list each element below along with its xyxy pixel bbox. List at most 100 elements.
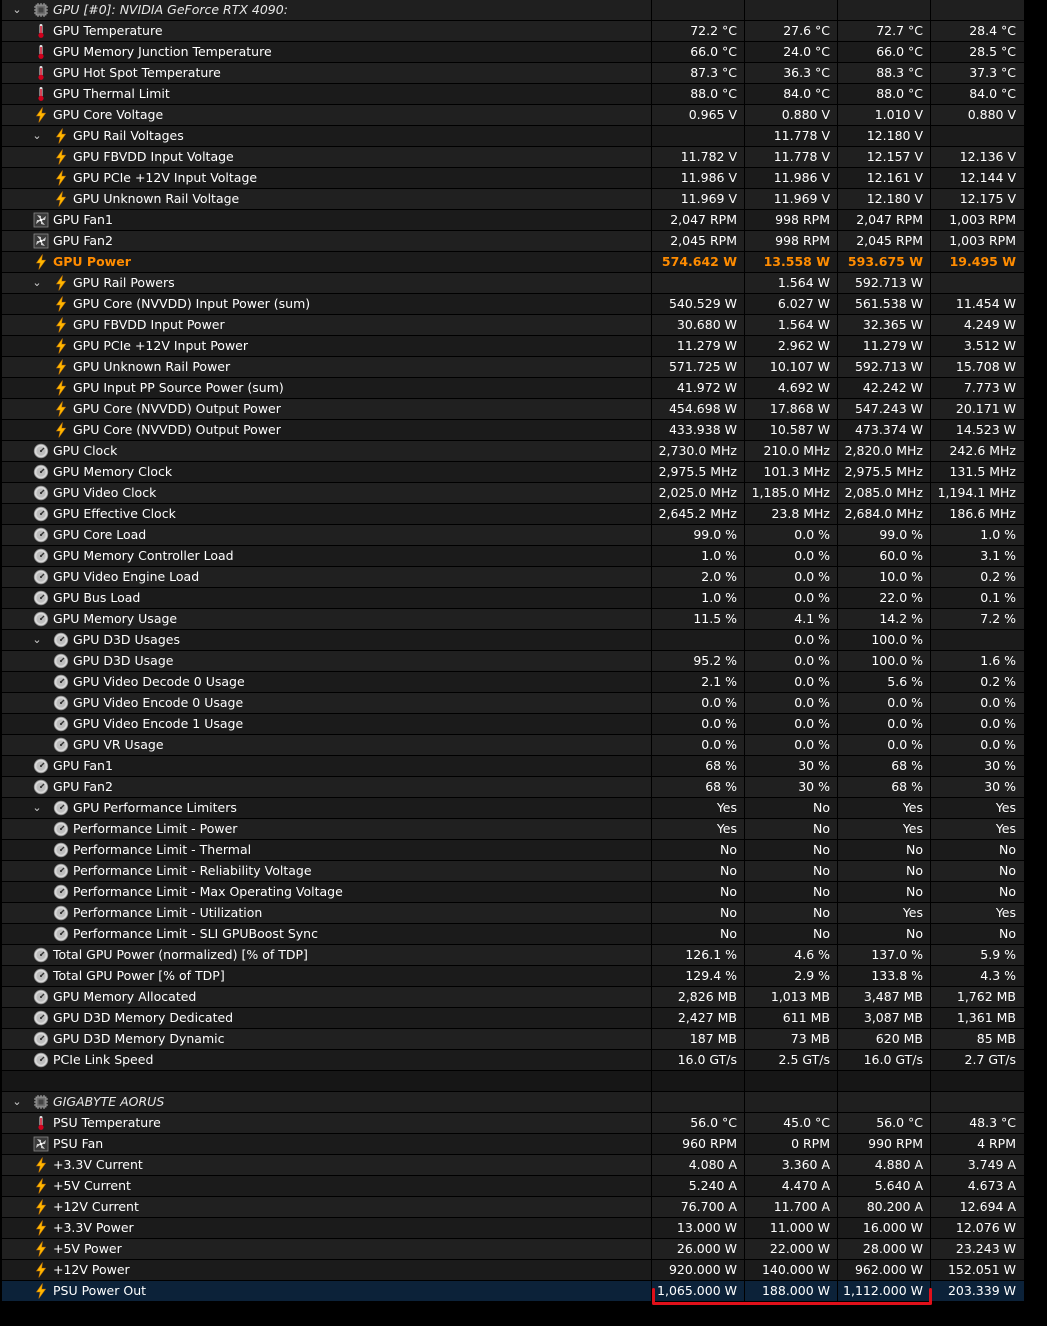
sensor-row[interactable]: GPU Power 574.642 W 13.558 W 593.675 W 19.49…: [0, 252, 1047, 273]
sensor-row[interactable]: GPU FBVDD Input Voltage 11.782 V 11.778 V 1…: [0, 147, 1047, 168]
sensor-row[interactable]: PCIe Link Speed 16.0 GT/s 2.5 GT/s 16.0 GT/…: [0, 1050, 1047, 1071]
sensor-row[interactable]: ⌄ GPU D3D Usages 0.0 % 100.0 %: [0, 630, 1047, 651]
sensor-row[interactable]: GPU Unknown Rail Voltage 11.969 V 11.969 V…: [0, 189, 1047, 210]
sensor-row[interactable]: GPU Video Encode 1 Usage 0.0 % 0.0 % 0.0 % 0…: [0, 714, 1047, 735]
sensor-row[interactable]: GPU Video Clock 2,025.0 MHz 1,185.0 MHz 2,0…: [0, 483, 1047, 504]
sensor-row[interactable]: PSU Power Out 1,065.000 W 188.000 W 1,112.0…: [0, 1281, 1047, 1302]
sensor-group-row[interactable]: ⌄ GIGABYTE AORUS: [0, 1092, 1047, 1113]
column-separator: [837, 105, 838, 126]
sensor-row[interactable]: Performance Limit - Max Operating Voltag…: [0, 882, 1047, 903]
column-separator: [930, 1239, 931, 1260]
column-separator: [744, 1260, 745, 1281]
maximum-value: Yes: [902, 800, 923, 815]
sensor-label: GPU Memory Usage: [53, 611, 178, 626]
sensor-row[interactable]: GPU FBVDD Input Power 30.680 W 1.564 W 32.3…: [0, 315, 1047, 336]
maximum-value: No: [906, 842, 923, 857]
sensor-row[interactable]: GPU Clock 2,730.0 MHz 210.0 MHz 2,820.0 MHz…: [0, 441, 1047, 462]
column-separator: [930, 756, 931, 777]
current-value: 2.0 %: [701, 569, 737, 584]
sensor-label: GPU Fan1: [53, 212, 113, 227]
sensor-row[interactable]: GPU PCIe +12V Input Voltage 11.986 V 11.98…: [0, 168, 1047, 189]
average-value: 3.1 %: [980, 548, 1016, 563]
sensor-row[interactable]: GPU D3D Memory Dedicated 2,427 MB 611 MB 3,…: [0, 1008, 1047, 1029]
expand-chevron-icon[interactable]: ⌄: [30, 273, 44, 293]
gauge-icon: [33, 548, 49, 564]
sensor-row[interactable]: +12V Power 920.000 W 140.000 W 962.000 W 152…: [0, 1260, 1047, 1281]
sensor-row[interactable]: GPU Fan1 2,047 RPM 998 RPM 2,047 RPM 1,003 R…: [0, 210, 1047, 231]
average-value: 12.144 V: [959, 170, 1016, 185]
sensor-row[interactable]: GPU Video Encode 0 Usage 0.0 % 0.0 % 0.0 % 0…: [0, 693, 1047, 714]
expand-chevron-icon[interactable]: ⌄: [30, 126, 44, 146]
sensor-row[interactable]: GPU PCIe +12V Input Power 11.279 W 2.962 W…: [0, 336, 1047, 357]
column-separator: [837, 21, 838, 42]
bolt-icon: [53, 380, 69, 396]
column-separator: [651, 105, 652, 126]
sensor-row[interactable]: GPU Video Decode 0 Usage 2.1 % 0.0 % 5.6 % 0…: [0, 672, 1047, 693]
average-value: 85 MB: [976, 1031, 1016, 1046]
column-separator: [744, 336, 745, 357]
column-separator: [837, 735, 838, 756]
sensor-group-row[interactable]: ⌄ GPU [#0]: NVIDIA GeForce RTX 4090:: [0, 0, 1047, 21]
expand-chevron-icon[interactable]: ⌄: [10, 1092, 24, 1112]
sensor-row[interactable]: GPU Core (NVVDD) Output Power 433.938 W 10…: [0, 420, 1047, 441]
sensor-row[interactable]: PSU Temperature 56.0 °C 45.0 °C 56.0 °C 48.3…: [0, 1113, 1047, 1134]
sensor-row[interactable]: Total GPU Power (normalized) [% of TDP] 1…: [0, 945, 1047, 966]
sensor-row[interactable]: GPU Temperature 72.2 °C 27.6 °C 72.7 °C 28.4…: [0, 21, 1047, 42]
spacer-row[interactable]: [0, 1071, 1047, 1092]
minimum-value: 10.107 W: [769, 359, 830, 374]
sensor-row[interactable]: ⌄ GPU Rail Voltages 11.778 V 12.180 V: [0, 126, 1047, 147]
sensor-row[interactable]: +5V Power 26.000 W 22.000 W 28.000 W 23.243 …: [0, 1239, 1047, 1260]
minimum-value: 24.0 °C: [783, 44, 830, 59]
sensor-row[interactable]: +3.3V Current 4.080 A 3.360 A 4.880 A 3.749 …: [0, 1155, 1047, 1176]
column-separator: [651, 504, 652, 525]
sensor-row[interactable]: GPU Fan2 68 % 30 % 68 % 30 %: [0, 777, 1047, 798]
sensor-row[interactable]: GPU Video Engine Load 2.0 % 0.0 % 10.0 % 0.2…: [0, 567, 1047, 588]
sensor-row[interactable]: GPU Fan1 68 % 30 % 68 % 30 %: [0, 756, 1047, 777]
sensor-row[interactable]: Performance Limit - Thermal No No No No: [0, 840, 1047, 861]
column-separator: [837, 189, 838, 210]
sensor-row[interactable]: GPU D3D Memory Dynamic 187 MB 73 MB 620 MB 8…: [0, 1029, 1047, 1050]
sensor-row[interactable]: GPU Memory Usage 11.5 % 4.1 % 14.2 % 7.2 %: [0, 609, 1047, 630]
thermometer-icon: [33, 23, 49, 39]
sensor-row[interactable]: GPU D3D Usage 95.2 % 0.0 % 100.0 % 1.6 %: [0, 651, 1047, 672]
sensor-row[interactable]: Performance Limit - Power Yes No Yes Yes: [0, 819, 1047, 840]
sensor-row[interactable]: GPU Effective Clock 2,645.2 MHz 23.8 MHz 2,…: [0, 504, 1047, 525]
sensor-row[interactable]: GPU Thermal Limit 88.0 °C 84.0 °C 88.0 °C 84…: [0, 84, 1047, 105]
sensor-row[interactable]: Performance Limit - Reliability Voltage N…: [0, 861, 1047, 882]
sensor-row[interactable]: GPU Core (NVVDD) Output Power 454.698 W 17…: [0, 399, 1047, 420]
sensor-row[interactable]: GPU Memory Allocated 2,826 MB 1,013 MB 3,48…: [0, 987, 1047, 1008]
expand-chevron-icon[interactable]: ⌄: [10, 0, 24, 20]
sensor-row[interactable]: ⌄ GPU Rail Powers 1.564 W 592.713 W: [0, 273, 1047, 294]
sensor-row[interactable]: GPU Fan2 2,045 RPM 998 RPM 2,045 RPM 1,003 R…: [0, 231, 1047, 252]
sensor-row[interactable]: GPU Core Voltage 0.965 V 0.880 V 1.010 V 0.8…: [0, 105, 1047, 126]
column-separator: [744, 21, 745, 42]
current-value: 574.642 W: [661, 254, 737, 269]
sensor-label: GPU Core Load: [53, 527, 147, 542]
column-separator: [744, 903, 745, 924]
sensor-row[interactable]: Total GPU Power [% of TDP] 129.4 % 2.9 % 13…: [0, 966, 1047, 987]
sensor-row[interactable]: Performance Limit - SLI GPUBoost Sync No N…: [0, 924, 1047, 945]
expand-chevron-icon[interactable]: ⌄: [30, 630, 44, 650]
sensor-row[interactable]: ⌄ GPU Performance Limiters Yes No Yes Yes: [0, 798, 1047, 819]
sensor-row[interactable]: PSU Fan 960 RPM 0 RPM 990 RPM 4 RPM: [0, 1134, 1047, 1155]
sensor-row[interactable]: +3.3V Power 13.000 W 11.000 W 16.000 W 12.07…: [0, 1218, 1047, 1239]
sensor-row[interactable]: GPU Core (NVVDD) Input Power (sum) 540.52…: [0, 294, 1047, 315]
sensor-row[interactable]: GPU Bus Load 1.0 % 0.0 % 22.0 % 0.1 %: [0, 588, 1047, 609]
expand-chevron-icon[interactable]: ⌄: [30, 798, 44, 818]
sensor-row[interactable]: GPU VR Usage 0.0 % 0.0 % 0.0 % 0.0 %: [0, 735, 1047, 756]
sensor-row[interactable]: GPU Memory Clock 2,975.5 MHz 101.3 MHz 2,97…: [0, 462, 1047, 483]
column-separator: [837, 819, 838, 840]
sensor-row[interactable]: GPU Input PP Source Power (sum) 41.972 W 4…: [0, 378, 1047, 399]
sensor-row[interactable]: GPU Memory Controller Load 1.0 % 0.0 % 60.0…: [0, 546, 1047, 567]
sensor-row[interactable]: GPU Memory Junction Temperature 66.0 °C 24…: [0, 42, 1047, 63]
minimum-value: 0.0 %: [794, 632, 830, 647]
sensor-row[interactable]: +12V Current 76.700 A 11.700 A 80.200 A 12.6…: [0, 1197, 1047, 1218]
column-separator: [930, 63, 931, 84]
sensor-row[interactable]: Performance Limit - Utilization No No Yes Ye…: [0, 903, 1047, 924]
sensor-row[interactable]: GPU Unknown Rail Power 571.725 W 10.107 W 5…: [0, 357, 1047, 378]
column-separator: [651, 420, 652, 441]
sensor-row[interactable]: GPU Hot Spot Temperature 87.3 °C 36.3 °C 88…: [0, 63, 1047, 84]
current-value: [652, 273, 744, 293]
sensor-row[interactable]: GPU Core Load 99.0 % 0.0 % 99.0 % 1.0 %: [0, 525, 1047, 546]
sensor-row[interactable]: +5V Current 5.240 A 4.470 A 5.640 A 4.673 A: [0, 1176, 1047, 1197]
